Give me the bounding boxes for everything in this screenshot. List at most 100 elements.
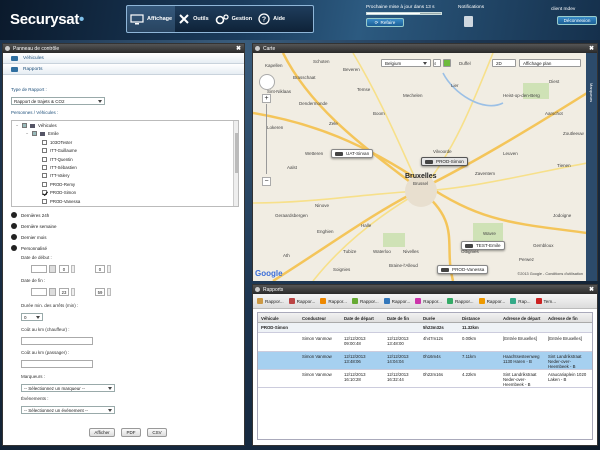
tree-item[interactable]: PROD-Vanessa [36,198,80,205]
display-plan-select[interactable]: Affichage plan [519,59,581,67]
tree-item[interactable]: − Emile [26,130,59,137]
csv-button[interactable]: CSV [147,428,167,437]
tree-item[interactable]: − Véhicules [16,122,57,129]
table-row[interactable]: Simon Vanmow 12/12/2013 13:48:06 12/12/201… [258,352,592,370]
map-search-icon[interactable]: ⌕ [433,59,441,67]
tree-item[interactable]: ITT-Guillaume [36,147,77,154]
checkbox[interactable] [22,123,27,128]
notifications-icon[interactable] [464,16,473,27]
accordion-reports[interactable]: Rapports [3,64,244,75]
pan-control[interactable] [259,74,275,90]
group-row[interactable]: PROD-Simon 5h23m32s 11.32km [258,323,592,333]
report-tab[interactable]: Rappor... [415,298,442,304]
markers-select[interactable]: -- Sélectionnez un marqueur -- [21,384,115,392]
column-header[interactable]: Adresse de départ [503,316,541,321]
column-header[interactable]: Durée [423,316,435,321]
close-icon[interactable]: ✖ [589,45,594,52]
start-date-input[interactable] [31,265,47,273]
reload-button[interactable]: ⟳ Refaire [366,18,404,27]
nav-tools[interactable]: Outils [175,6,212,32]
tree-scroll-thumb[interactable] [235,133,238,173]
radio-button[interactable] [11,234,17,240]
checkbox[interactable] [42,198,47,204]
cost-driver-input[interactable] [21,337,93,345]
checkbox[interactable] [42,190,47,196]
checkbox[interactable] [42,156,47,162]
period-option[interactable]: Dernière semaine [11,223,57,229]
column-header[interactable]: Adresse de fin [548,316,578,321]
zoom-slider[interactable] [266,104,267,174]
cost-passenger-input[interactable] [21,360,93,368]
radio-button[interactable] [11,212,17,218]
display-button[interactable]: Afficher [89,428,115,437]
column-header[interactable]: Distance [462,316,480,321]
column-header[interactable]: Date de fin [387,316,409,321]
tree-scrollbar[interactable] [233,121,238,206]
tree-item[interactable]: ITT-Quentin [36,156,73,163]
zoom-out-button[interactable]: − [262,177,271,186]
map-canvas[interactable]: Kapellen Schoten Brasschaat Dendermonde Mech… [253,53,587,281]
report-tab[interactable]: Rappor... [478,298,505,304]
close-icon[interactable]: ✖ [589,286,594,293]
checkbox[interactable] [42,139,47,145]
vehicle-marker[interactable]: UAT-Sirvan [331,149,374,158]
end-hour-input[interactable]: 23 [59,288,69,296]
min-duration-select[interactable]: 0 [21,313,43,321]
logout-button[interactable]: Déconnexion [557,16,597,25]
end-minute-input[interactable]: 59 [95,288,105,296]
checkbox[interactable] [42,165,47,170]
spinner-icon[interactable] [107,288,111,296]
report-tab[interactable]: Rappor... [320,298,347,304]
report-tab[interactable]: Rappor... [383,298,410,304]
start-hour-input[interactable]: 0 [59,265,69,273]
radio-button[interactable] [11,223,17,229]
report-tab[interactable]: Rappor... [288,298,315,304]
column-header[interactable]: Conducteur [302,316,326,321]
tree-item[interactable]: ITT-Valery [36,172,70,179]
accordion-vehicles[interactable]: Véhicules [3,53,244,64]
nav-manage[interactable]: Gestion [212,6,255,32]
period-option[interactable]: Dernier mois [11,234,47,240]
tree-item[interactable]: ITT-Sébastien [36,164,77,171]
nav-help[interactable]: ? Aide [255,6,288,32]
period-option[interactable]: Personnalisé [11,245,47,251]
view-mode-select[interactable]: 2D [492,59,516,67]
nav-display[interactable]: Affichage [127,6,176,32]
report-tab[interactable]: Tem... [535,298,556,304]
spinner-icon[interactable] [71,288,75,296]
pdf-button[interactable]: PDF [121,428,141,437]
checkbox[interactable] [32,131,37,137]
report-tab[interactable]: Rappor... [351,298,379,304]
zoom-in-button[interactable]: + [262,94,271,103]
spinner-icon[interactable] [107,265,111,273]
checkbox[interactable] [42,148,47,154]
vehicle-marker[interactable]: TEST-Emile [461,241,505,250]
close-icon[interactable]: ✖ [236,45,241,52]
report-type-select[interactable]: Rapport de trajets & CO2 [11,97,105,105]
checkbox[interactable] [42,173,47,179]
table-row[interactable]: Simon Vanmow 12/12/2013 09:00:48 12/12/201… [258,334,592,352]
table-row[interactable]: Simon Vanmow 12/12/2013 16:10:28 12/12/201… [258,370,592,388]
spinner-icon[interactable] [71,265,75,273]
period-option[interactable]: Dernières 24h [11,212,49,218]
report-tab[interactable]: Rap... [510,298,531,304]
tree-item[interactable]: 103OTester [36,139,72,146]
report-tab[interactable]: Rappor... [257,298,284,304]
checkbox[interactable] [42,181,47,187]
start-minute-input[interactable]: 0 [95,265,105,273]
calendar-icon[interactable] [49,288,56,296]
column-header[interactable]: Date de départ [344,316,374,321]
tree-item[interactable]: PROD-Simon [36,189,76,196]
column-header[interactable]: Véhicule [261,316,279,321]
tree-item[interactable]: PROD-Remy [36,181,75,188]
markers-sidebar[interactable]: Marqueurs [586,53,597,281]
vehicle-marker[interactable]: PROD-Vanessa [437,265,489,274]
events-select[interactable]: -- Sélectionnez un événement -- [21,406,115,414]
map-tool-icon[interactable] [443,59,451,67]
calendar-icon[interactable] [49,265,56,273]
country-select[interactable]: Belgium [381,59,431,67]
vehicle-marker[interactable]: PROD-Simon [421,157,468,166]
report-tab[interactable]: Rappor... [446,298,474,304]
radio-button[interactable] [11,245,17,251]
end-date-input[interactable] [31,288,47,296]
